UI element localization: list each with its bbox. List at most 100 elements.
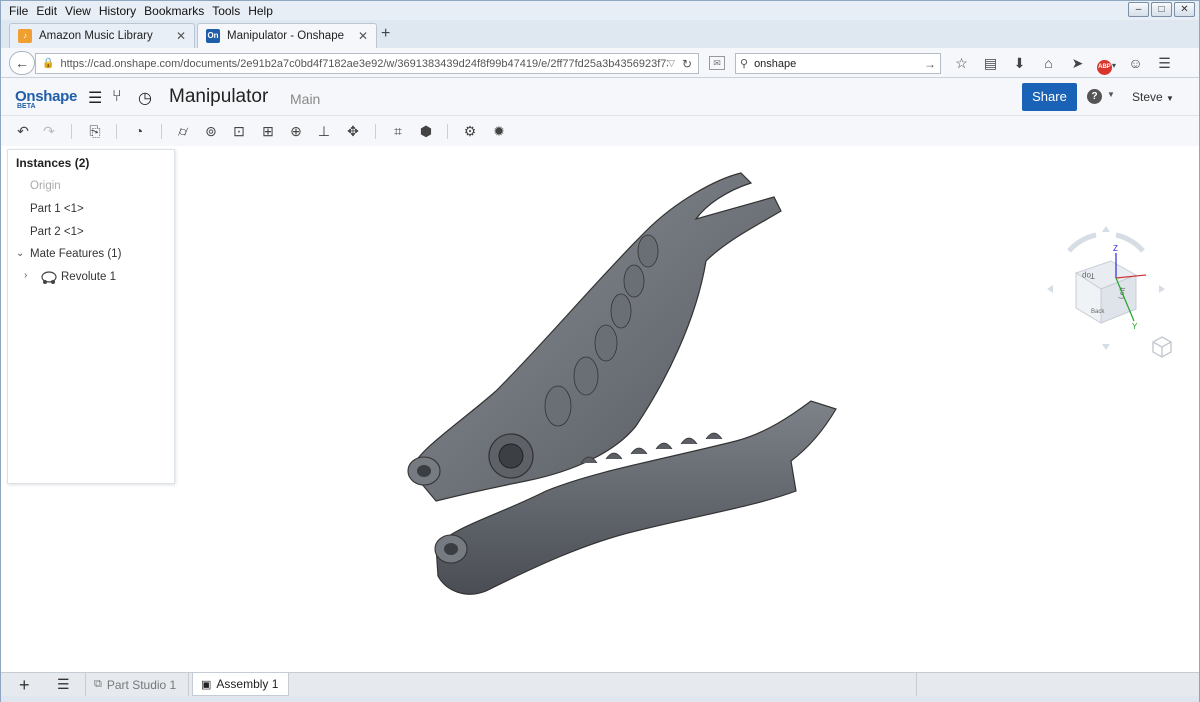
- close-tab-icon[interactable]: ✕: [358, 29, 368, 43]
- chevron-right-icon[interactable]: ›: [24, 270, 27, 281]
- menu-view[interactable]: View: [65, 4, 91, 18]
- share-button[interactable]: Share: [1022, 83, 1077, 111]
- tab-assembly-1[interactable]: ▣ Assembly 1: [192, 673, 289, 696]
- reload-icon[interactable]: ↻: [682, 57, 698, 71]
- hamburger-menu-icon[interactable]: ☰: [1150, 53, 1179, 73]
- menu-history[interactable]: History: [99, 4, 136, 18]
- view-options-cube-icon[interactable]: [1151, 335, 1173, 359]
- rotate-right-arrow-icon[interactable]: [1159, 285, 1165, 293]
- slider-mate-icon[interactable]: ⊡: [229, 121, 249, 141]
- tab-label: Amazon Music Library: [39, 30, 153, 42]
- url-dropdown-icon[interactable]: ▽: [668, 58, 682, 69]
- planar-mate-icon[interactable]: ⊞: [258, 121, 278, 141]
- address-bar[interactable]: 🔒 https://cad.onshape.com/documents/2e91…: [35, 53, 699, 74]
- tab-part-studio-1[interactable]: ⧉ Part Studio 1: [85, 673, 189, 696]
- instance-part-2[interactable]: Part 2 <1>: [30, 226, 84, 238]
- menu-file[interactable]: File: [9, 4, 28, 18]
- menu-tools[interactable]: Tools: [212, 4, 240, 18]
- mate-features-folder[interactable]: Mate Features (1): [30, 248, 121, 260]
- tab-amazon-music[interactable]: ♪ Amazon Music Library ✕: [9, 23, 195, 48]
- beta-label: BETA: [17, 103, 36, 110]
- cube-face-back[interactable]: Back: [1091, 309, 1105, 315]
- instances-panel: Instances (2) Origin Part 1 <1> Part 2 <…: [7, 149, 175, 484]
- menu-edit[interactable]: Edit: [36, 4, 57, 18]
- group-icon[interactable]: ⬢: [416, 121, 436, 141]
- toolbar-icons: ☆ ▤ ⬇ ⌂ ➤ ABP▾ ☺ ☰: [947, 53, 1179, 75]
- manipulator-assembly-model[interactable]: [396, 171, 846, 601]
- pivot-hole: [498, 443, 524, 469]
- window-bottom-edge: [1, 696, 1199, 702]
- home-icon[interactable]: ⌂: [1034, 53, 1063, 73]
- menu-bookmarks[interactable]: Bookmarks: [144, 4, 204, 18]
- gear-settings-icon[interactable]: ✹: [489, 121, 509, 141]
- pin-slot-mate-icon[interactable]: ⊥: [314, 121, 334, 141]
- add-tab-icon[interactable]: +: [19, 675, 30, 696]
- new-tab-button[interactable]: +: [381, 25, 390, 43]
- tab-label: Assembly 1: [216, 677, 279, 691]
- menu-help[interactable]: Help: [248, 4, 273, 18]
- document-title[interactable]: Manipulator: [169, 86, 268, 108]
- minimize-button[interactable]: –: [1128, 2, 1149, 17]
- versions-branch-icon[interactable]: ⑂: [112, 88, 122, 106]
- assembly-toolbar: ↶ ↷ ⎘ ◔ ⌭ ⊚ ⊡ ⊞ ⊕ ⊥ ✥ ⌗ ⬢ ⚙ ✹: [1, 116, 1199, 146]
- toolbar-divider: [71, 124, 72, 139]
- browser-window: File Edit View History Bookmarks Tools H…: [0, 0, 1200, 702]
- toolbar-divider: [447, 124, 448, 139]
- orbit-ring[interactable]: [1067, 232, 1145, 253]
- chevron-down-icon[interactable]: ⌄: [16, 248, 24, 259]
- view-cube[interactable]: Top Left Back Z Y: [1041, 223, 1171, 353]
- rotate-down-arrow-icon[interactable]: [1102, 344, 1110, 350]
- close-tab-icon[interactable]: ✕: [176, 29, 186, 43]
- history-clock-icon[interactable]: ◷: [138, 88, 152, 108]
- cube-face-top[interactable]: Top: [1082, 271, 1095, 280]
- insert-icon[interactable]: ⎘: [85, 121, 105, 141]
- z-axis-label: Z: [1113, 244, 1118, 253]
- search-go-icon[interactable]: →: [924, 57, 936, 71]
- download-icon[interactable]: ⬇: [1005, 53, 1034, 73]
- bookmark-star-icon[interactable]: ☆: [947, 53, 976, 73]
- toolbar-divider: [161, 124, 162, 139]
- reading-list-icon[interactable]: ▤: [976, 53, 1005, 73]
- reader-view-icon[interactable]: ✉: [709, 56, 725, 70]
- back-button[interactable]: ←: [9, 51, 35, 75]
- search-input[interactable]: onshape: [754, 58, 924, 70]
- mate-revolute-1[interactable]: Revolute 1: [61, 271, 116, 283]
- music-icon: ♪: [18, 29, 32, 43]
- close-window-button[interactable]: ✕: [1174, 2, 1195, 17]
- replicate-icon[interactable]: ◔: [129, 121, 149, 141]
- revolute-mate-icon[interactable]: ⊚: [201, 121, 221, 141]
- tab-strip: ♪ Amazon Music Library ✕ On Manipulator …: [1, 20, 1199, 48]
- cylindrical-mate-icon[interactable]: ⊕: [286, 121, 306, 141]
- redo-icon[interactable]: ↷: [39, 121, 59, 141]
- tab-manipulator[interactable]: On Manipulator - Onshape ✕: [197, 23, 377, 48]
- onshape-logo[interactable]: Onshape BETA: [15, 88, 77, 110]
- adblock-icon[interactable]: ABP▾: [1092, 53, 1121, 75]
- tab-label: Manipulator - Onshape: [227, 30, 344, 42]
- user-menu[interactable]: Steve ▼: [1132, 90, 1174, 104]
- maximize-button[interactable]: □: [1151, 2, 1172, 17]
- origin-item[interactable]: Origin: [30, 180, 61, 192]
- tab-list-icon[interactable]: ☰: [57, 676, 70, 693]
- rotate-left-arrow-icon[interactable]: [1047, 285, 1053, 293]
- chevron-down-icon: ▼: [1166, 94, 1174, 103]
- gear-icon[interactable]: ⚙: [460, 121, 480, 141]
- fastened-mate-icon[interactable]: ⌭: [173, 121, 193, 141]
- chevron-down-icon[interactable]: ▼: [1107, 90, 1115, 99]
- search-bar[interactable]: ⚲ onshape →: [735, 53, 941, 74]
- help-icon[interactable]: ?: [1087, 89, 1102, 104]
- revolute-mate-icon: [41, 271, 57, 284]
- mate-connector-icon[interactable]: ⌗: [388, 121, 408, 141]
- undo-icon[interactable]: ↶: [13, 121, 33, 141]
- search-icon: ⚲: [740, 58, 749, 70]
- instance-part-1[interactable]: Part 1 <1>: [30, 203, 84, 215]
- send-icon[interactable]: ➤: [1063, 53, 1092, 73]
- document-menu-icon[interactable]: ☰: [88, 88, 102, 108]
- ball-mate-icon[interactable]: ✥: [343, 121, 363, 141]
- part-studio-icon: ⧉: [94, 678, 102, 690]
- chat-icon[interactable]: ☺: [1121, 53, 1150, 73]
- lock-icon: 🔒: [42, 58, 55, 69]
- workspace-name[interactable]: Main: [290, 91, 320, 107]
- lower-hinge-hole: [444, 543, 458, 555]
- rotate-up-arrow-icon[interactable]: [1102, 226, 1110, 232]
- cube[interactable]: [1074, 260, 1138, 324]
